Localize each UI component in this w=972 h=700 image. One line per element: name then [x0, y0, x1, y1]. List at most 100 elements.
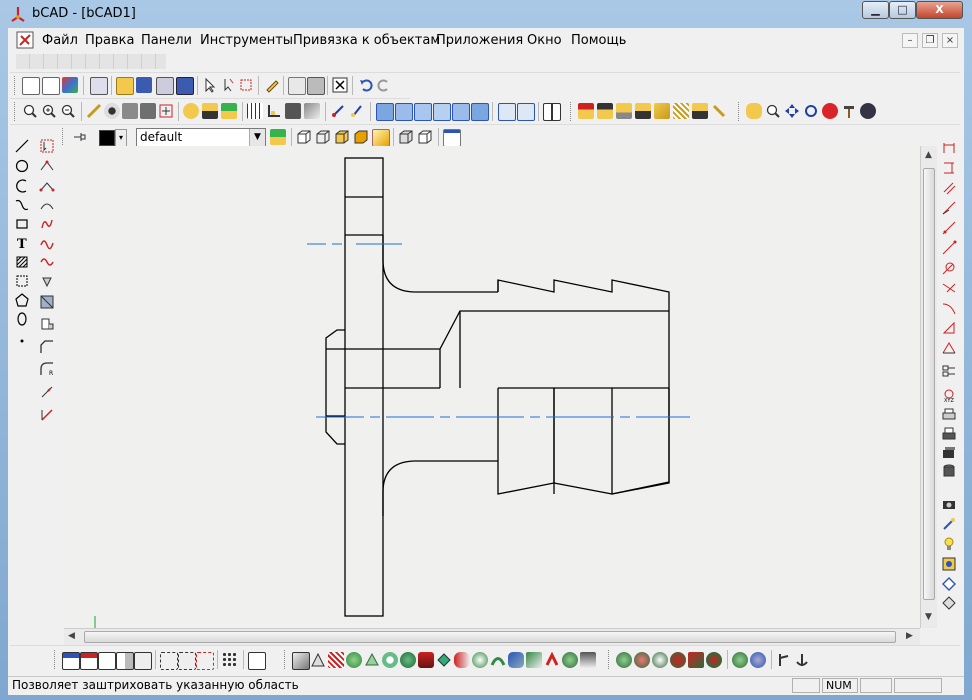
view-bottom-icon[interactable]: [452, 103, 470, 121]
filter-icon[interactable]: [285, 103, 301, 119]
brush-icon[interactable]: [330, 103, 346, 119]
rectangle-icon[interactable]: [14, 216, 30, 232]
frame-icon[interactable]: [160, 652, 178, 670]
layer-properties-icon[interactable]: [270, 129, 286, 145]
bezier-icon[interactable]: [39, 178, 55, 194]
point-icon[interactable]: [14, 333, 30, 349]
layer-dark-icon[interactable]: [597, 103, 613, 119]
layers-icon[interactable]: [202, 103, 218, 119]
scene-icon[interactable]: [941, 595, 957, 611]
view-front-icon[interactable]: [376, 103, 394, 121]
hatch-area-icon[interactable]: [39, 274, 55, 290]
pointer-multi-icon[interactable]: [220, 77, 236, 93]
text-icon[interactable]: T: [14, 235, 30, 251]
arc3-icon[interactable]: [39, 197, 55, 213]
zoom-extent-icon[interactable]: [158, 103, 174, 119]
smile-icon[interactable]: [183, 103, 199, 119]
close-button[interactable]: X: [916, 1, 963, 19]
open-icon[interactable]: [116, 77, 134, 95]
view-orbit-icon[interactable]: [140, 103, 156, 119]
vertical-scroll-thumb[interactable]: [923, 168, 935, 600]
arc-icon[interactable]: [14, 178, 30, 194]
dim-radius-icon[interactable]: [941, 220, 957, 236]
stop-icon[interactable]: [822, 103, 838, 119]
fillet-icon[interactable]: R: [39, 361, 55, 377]
layers-icon[interactable]: [941, 444, 957, 460]
horizontal-scrollbar[interactable]: ◀ ▶: [64, 628, 920, 645]
ellipse-icon[interactable]: [14, 311, 30, 327]
menu-tools[interactable]: Инструменты: [200, 33, 293, 48]
torus-icon[interactable]: [382, 652, 398, 668]
dim-leader-icon[interactable]: [941, 260, 957, 276]
boolean-intersect-icon[interactable]: [652, 652, 668, 668]
chamfer-icon[interactable]: [39, 339, 55, 355]
layer-lock-icon[interactable]: [635, 103, 651, 119]
dim-baseline-icon[interactable]: [941, 340, 957, 356]
ortho-icon[interactable]: [266, 103, 282, 119]
fill-icon[interactable]: [39, 294, 55, 310]
toolbar-grip[interactable]: [62, 128, 66, 145]
toolbar-grip[interactable]: [54, 650, 58, 669]
block-icon[interactable]: [39, 316, 55, 332]
stack-icon[interactable]: [941, 463, 957, 479]
toolbar-grip[interactable]: [738, 102, 742, 121]
grid-icon[interactable]: [247, 103, 263, 119]
redo-icon[interactable]: [376, 77, 392, 93]
scroll-down-icon[interactable]: ▼: [925, 612, 932, 622]
ungroup-icon[interactable]: [750, 652, 766, 668]
mdi-close-button[interactable]: ×: [942, 33, 958, 48]
dim-arc-icon[interactable]: [941, 300, 957, 316]
save-all-icon[interactable]: [176, 77, 194, 95]
frame-red-icon[interactable]: [196, 652, 214, 670]
drawing-canvas[interactable]: Z: [64, 146, 920, 628]
move-arrows-icon[interactable]: [784, 103, 800, 119]
toolbar-grip[interactable]: [14, 102, 18, 121]
pan-hand-icon[interactable]: [746, 103, 762, 119]
curve-icon[interactable]: [39, 216, 55, 232]
dim-chain-icon[interactable]: [941, 320, 957, 336]
dim-ordinate-icon[interactable]: [941, 280, 957, 296]
view-prev-icon[interactable]: [498, 103, 516, 121]
material-icon[interactable]: [941, 576, 957, 592]
pencil-icon[interactable]: [264, 77, 280, 93]
scroll-right-icon[interactable]: ▶: [906, 631, 913, 641]
extend-icon[interactable]: [39, 384, 55, 400]
anchor-icon[interactable]: [794, 652, 810, 668]
list-icon[interactable]: [90, 77, 108, 95]
vase-icon[interactable]: [580, 652, 596, 668]
print-preview-icon[interactable]: [156, 77, 174, 95]
sine-icon[interactable]: [39, 254, 55, 270]
sphere-icon[interactable]: [346, 652, 362, 668]
coord-icon[interactable]: XYZ: [941, 387, 957, 403]
dim-aligned-icon[interactable]: [941, 180, 957, 196]
dim-h-icon[interactable]: [941, 140, 957, 156]
boolean-union-icon[interactable]: [616, 652, 632, 668]
menu-snap[interactable]: Привязка к объектам: [293, 33, 440, 48]
menu-file[interactable]: Файл: [42, 33, 78, 48]
table-icon[interactable]: [62, 652, 80, 670]
menu-apps[interactable]: Приложения: [436, 33, 523, 48]
layer-manager-icon[interactable]: [221, 103, 237, 119]
copy-icon[interactable]: [288, 77, 306, 95]
cube-material-icon[interactable]: [372, 129, 390, 147]
paint-icon[interactable]: [349, 103, 365, 119]
circle-icon[interactable]: [14, 158, 30, 174]
extrude-icon[interactable]: [436, 652, 452, 668]
pointer-icon[interactable]: [202, 77, 218, 93]
ball-icon[interactable]: [400, 652, 416, 668]
menu-panels[interactable]: Панели: [141, 33, 192, 48]
layer-hatch-icon[interactable]: [673, 103, 689, 119]
loft-icon[interactable]: [472, 652, 488, 668]
minimize-button[interactable]: ▁: [862, 1, 889, 19]
scroll-up-icon[interactable]: ▲: [925, 150, 932, 160]
view-right-icon[interactable]: [433, 103, 451, 121]
spline-icon[interactable]: [14, 197, 30, 213]
camera-icon[interactable]: [941, 496, 957, 512]
plot-icon[interactable]: [941, 425, 957, 441]
revolve-icon[interactable]: [454, 652, 470, 668]
wave-icon[interactable]: [39, 235, 55, 251]
toolbar-grip[interactable]: [608, 650, 612, 669]
box-solid-icon[interactable]: [398, 129, 414, 145]
boolean-subtract-icon[interactable]: [634, 652, 650, 668]
boolean-merge-icon[interactable]: [706, 652, 722, 668]
